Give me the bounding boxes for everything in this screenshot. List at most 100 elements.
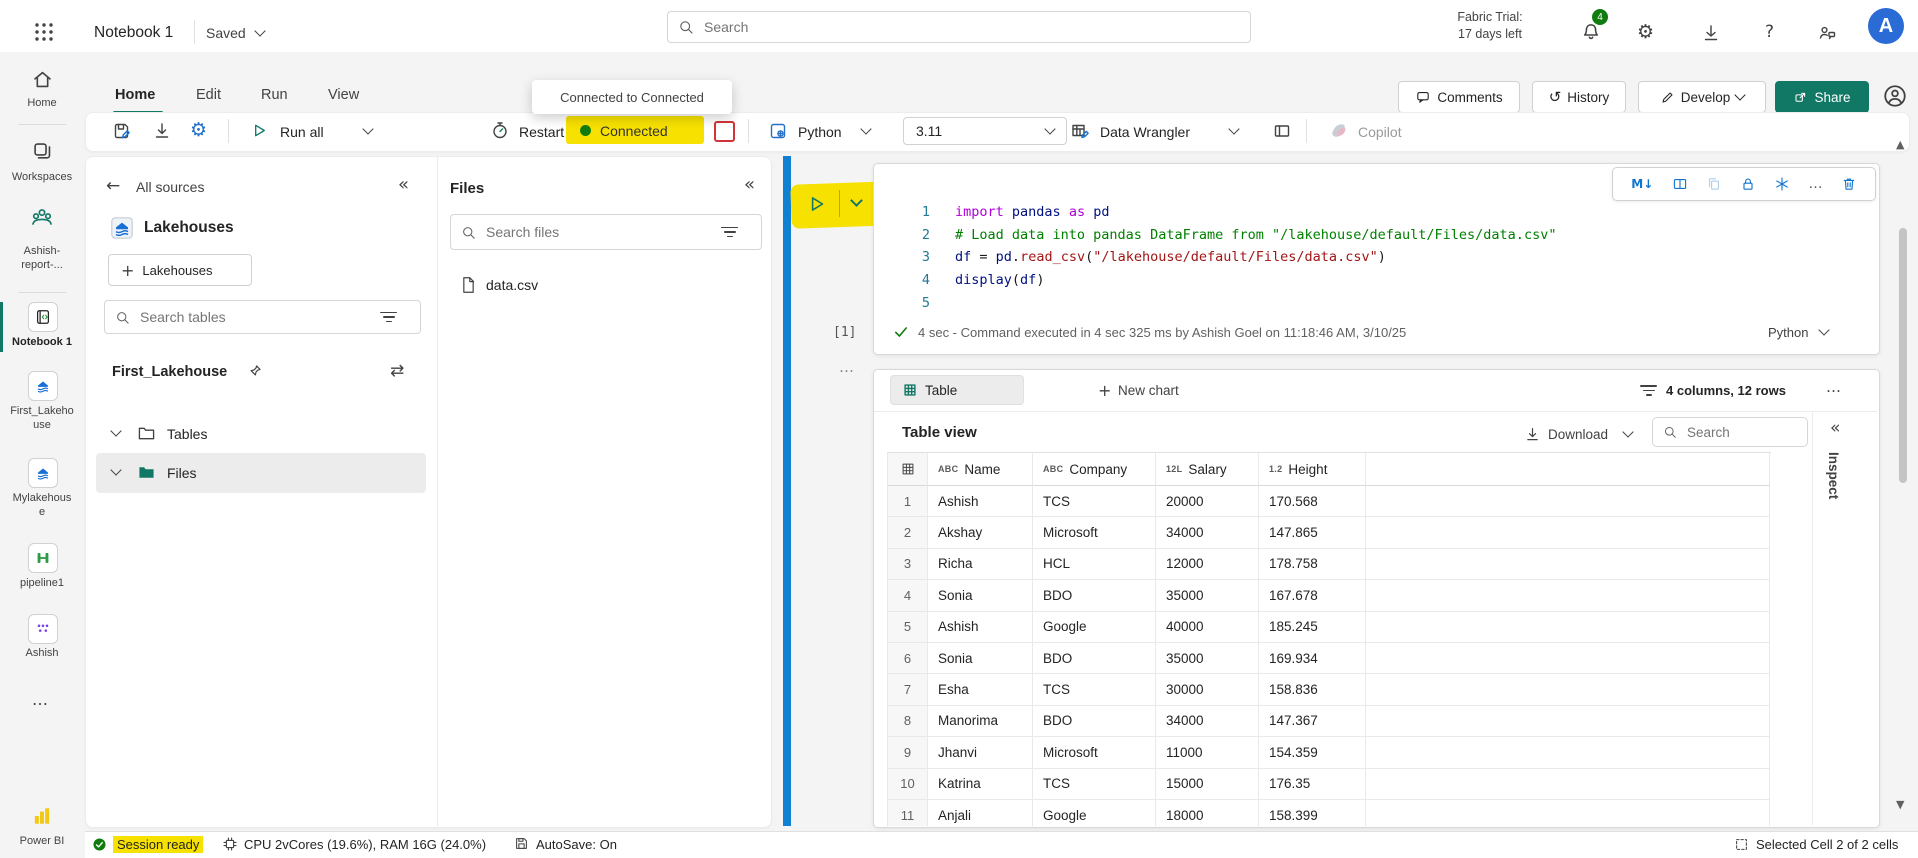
table-cell[interactable]: TCS <box>1033 769 1156 800</box>
filler-cell[interactable] <box>1366 800 1770 826</box>
run-cell-icon[interactable] <box>806 193 828 215</box>
table-cell[interactable]: Sonia <box>928 580 1033 611</box>
row-number[interactable]: 7 <box>888 674 928 705</box>
table-cell[interactable]: 20000 <box>1156 486 1259 517</box>
column-header-height[interactable]: 1.2Height <box>1259 453 1366 486</box>
column-header-name[interactable]: ABCName <box>928 453 1033 486</box>
tab-run[interactable]: Run <box>261 87 288 103</box>
table-row[interactable]: 7EshaTCS30000158.836 <box>888 674 1771 705</box>
table-cell[interactable]: 158.836 <box>1259 674 1366 705</box>
saved-status[interactable]: Saved <box>206 25 246 41</box>
table-cell[interactable]: TCS <box>1033 674 1156 705</box>
rail-item-ashish[interactable]: Ashish <box>0 646 84 660</box>
table-cell[interactable]: 185.245 <box>1259 612 1366 643</box>
split-cell-icon[interactable] <box>1672 176 1688 192</box>
global-search-input[interactable] <box>702 18 1226 36</box>
rail-item-power-bi[interactable]: Power BI <box>0 834 84 848</box>
collapse-inspect-icon[interactable]: « <box>1830 418 1840 438</box>
to-markdown-icon[interactable]: M↓ <box>1631 177 1653 191</box>
copilot-label[interactable]: Copilot <box>1358 124 1402 140</box>
table-row[interactable]: 3RichaHCL12000178.758 <box>888 549 1771 580</box>
run-all-label[interactable]: Run all <box>280 124 324 140</box>
output-more-icon[interactable]: … <box>1826 378 1842 396</box>
code-line[interactable]: 5 <box>873 295 1873 318</box>
all-sources-label[interactable]: All sources <box>136 179 204 195</box>
row-number[interactable]: 6 <box>888 643 928 674</box>
rail-item-workspaces[interactable]: Workspaces <box>0 170 84 184</box>
table-cell[interactable]: BDO <box>1033 706 1156 737</box>
table-cell[interactable]: Anjali <box>928 800 1033 826</box>
save-icon[interactable] <box>112 121 132 141</box>
collapse-explorer-icon[interactable]: « <box>398 174 409 195</box>
table-cell[interactable]: 154.359 <box>1259 737 1366 768</box>
tree-item-files[interactable]: Files <box>167 465 197 481</box>
row-number[interactable]: 8 <box>888 706 928 737</box>
comments-button[interactable]: Comments <box>1398 81 1520 113</box>
table-cell[interactable]: 30000 <box>1156 674 1259 705</box>
rail-more-icon[interactable]: … <box>32 690 49 709</box>
cell-toolbar-more-icon[interactable]: … <box>1809 176 1823 192</box>
column-header-salary[interactable]: 12LSalary <box>1156 453 1259 486</box>
version-select[interactable]: 3.11 <box>903 117 1067 145</box>
scroll-up-icon[interactable]: ▲ <box>1896 138 1904 151</box>
filler-cell[interactable] <box>1366 674 1770 705</box>
table-cell[interactable]: Esha <box>928 674 1033 705</box>
filler-cell[interactable] <box>1366 517 1770 548</box>
collapse-files-icon[interactable]: « <box>744 174 755 195</box>
filler-header-cell[interactable] <box>1366 453 1770 486</box>
filler-cell[interactable] <box>1366 706 1770 737</box>
history-button[interactable]: ↺ History <box>1532 81 1626 113</box>
table-search-box[interactable] <box>1652 417 1808 447</box>
rail-item-home[interactable]: Home <box>0 96 84 110</box>
table-cell[interactable]: 158.399 <box>1259 800 1366 826</box>
table-row[interactable]: 4SoniaBDO35000167.678 <box>888 580 1771 611</box>
cell-language[interactable]: Python <box>1768 325 1808 340</box>
table-search-input[interactable] <box>1685 424 1784 441</box>
filler-cell[interactable] <box>1366 737 1770 768</box>
panel-splitter[interactable] <box>783 156 791 826</box>
row-number[interactable]: 9 <box>888 737 928 768</box>
download-label[interactable]: Download <box>1548 427 1608 442</box>
code-line[interactable]: 4display(df) <box>873 272 1873 295</box>
code-line[interactable]: 1import pandas as pd <box>873 204 1873 227</box>
download-icon[interactable] <box>1524 426 1541 443</box>
filler-cell[interactable] <box>1366 486 1770 517</box>
autosave-status[interactable]: AutoSave: On <box>536 837 617 852</box>
table-cell[interactable]: 147.367 <box>1259 706 1366 737</box>
tree-item-tables[interactable]: Tables <box>167 426 207 442</box>
tab-view[interactable]: View <box>328 87 359 103</box>
add-lakehouses-button[interactable]: + Lakehouses <box>108 254 252 286</box>
restart-kernel-icon[interactable] <box>490 120 510 140</box>
data-table[interactable]: ABCNameABCCompany12LSalary1.2Height1Ashi… <box>887 452 1771 826</box>
power-bi-icon[interactable] <box>31 805 53 827</box>
manage-access-icon[interactable] <box>1882 83 1908 109</box>
row-number[interactable]: 1 <box>888 486 928 517</box>
rail-item-first-lakehouse[interactable]: First_Lakeho use <box>0 404 84 432</box>
data-wrangler-label[interactable]: Data Wrangler <box>1100 124 1190 140</box>
table-cell[interactable]: Richa <box>928 549 1033 580</box>
table-cell[interactable]: TCS <box>1033 486 1156 517</box>
layout-panel-icon[interactable] <box>1272 121 1292 141</box>
table-cell[interactable]: 147.865 <box>1259 517 1366 548</box>
search-tables-box[interactable] <box>104 300 421 334</box>
row-number[interactable]: 5 <box>888 612 928 643</box>
table-row[interactable]: 6SoniaBDO35000169.934 <box>888 643 1771 674</box>
tab-home[interactable]: Home <box>115 87 155 103</box>
table-row[interactable]: 2AkshayMicrosoft34000147.865 <box>888 517 1771 548</box>
table-cell[interactable]: 11000 <box>1156 737 1259 768</box>
cell-more-icon[interactable]: … <box>839 358 855 376</box>
table-row[interactable]: 5AshishGoogle40000185.245 <box>888 612 1771 643</box>
workspaces-icon[interactable] <box>30 140 54 163</box>
toolbar-gear-icon[interactable]: ⚙ <box>190 119 207 141</box>
code-line[interactable]: 3df = pd.read_csv("/lakehouse/default/Fi… <box>873 249 1873 272</box>
table-cell[interactable]: Manorima <box>928 706 1033 737</box>
copy-cell-icon[interactable] <box>1706 176 1722 192</box>
table-cell[interactable]: BDO <box>1033 580 1156 611</box>
table-cell[interactable]: 176.35 <box>1259 769 1366 800</box>
table-cell[interactable]: 35000 <box>1156 643 1259 674</box>
table-cell[interactable]: Akshay <box>928 517 1033 548</box>
search-files-box[interactable] <box>450 214 762 250</box>
table-cell[interactable]: 170.568 <box>1259 486 1366 517</box>
lock-cell-icon[interactable] <box>1740 176 1756 192</box>
table-row[interactable]: 11AnjaliGoogle18000158.399 <box>888 800 1771 826</box>
